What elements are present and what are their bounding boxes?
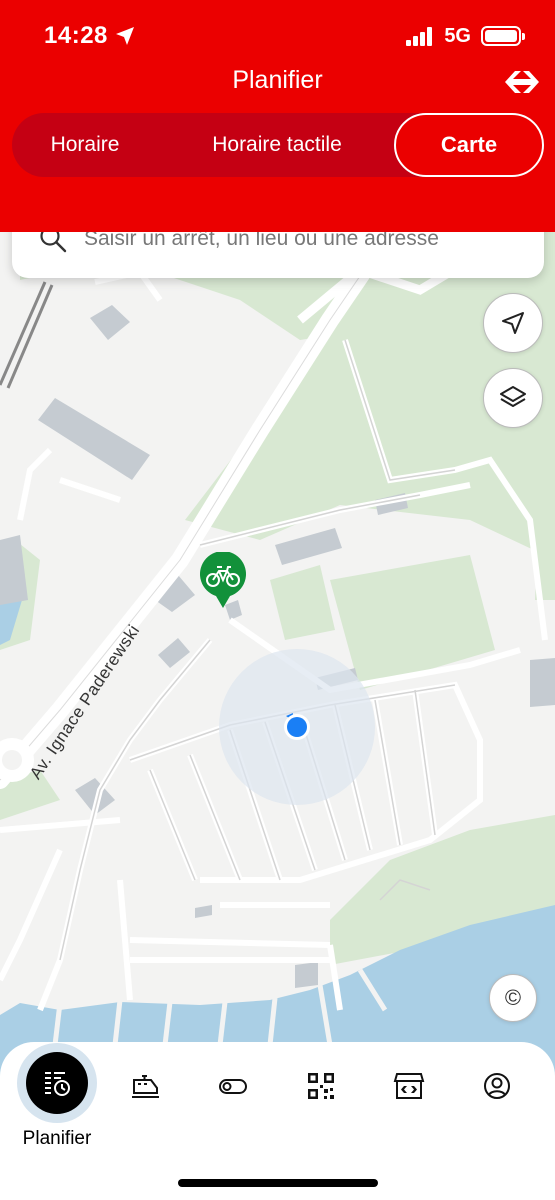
signal-icon <box>406 26 434 46</box>
tab-carte[interactable]: Carte <box>394 113 544 177</box>
location-arrow-icon <box>502 312 524 334</box>
tab-planner-label: Planifier <box>22 1128 92 1149</box>
status-time: 14:28 <box>44 22 108 49</box>
tab-shop[interactable] <box>391 1068 427 1104</box>
battery-icon <box>481 26 525 46</box>
shop-icon <box>393 1073 425 1099</box>
home-indicator <box>178 1179 378 1187</box>
tab-ticket-qr[interactable] <box>303 1068 339 1104</box>
tab-planner[interactable] <box>17 1043 97 1123</box>
location-arrow-icon <box>116 27 134 45</box>
tab-horaire[interactable]: Horaire <box>12 113 158 177</box>
status-bar: 14:28 5G <box>0 0 555 70</box>
view-mode-switch: Horaire Horaire tactile Carte <box>12 113 544 177</box>
network-type: 5G <box>444 24 471 47</box>
map-attribution-button[interactable]: © <box>489 974 537 1022</box>
tab-train[interactable] <box>127 1068 163 1104</box>
sbb-logo-icon <box>505 71 539 93</box>
tab-profile[interactable] <box>479 1068 515 1104</box>
current-location-dot <box>282 712 312 742</box>
layers-icon <box>500 386 526 407</box>
toggle-icon <box>219 1079 247 1094</box>
map-layers-button[interactable] <box>483 368 543 428</box>
copyright-icon: © <box>504 985 522 1010</box>
profile-icon <box>484 1073 510 1099</box>
qr-code-icon <box>308 1073 334 1099</box>
train-icon <box>132 1075 159 1098</box>
app-header: 14:28 5G Planifier Horaire Horaire tacti… <box>0 0 555 232</box>
page-title: Planifier <box>232 66 323 94</box>
bike-station-marker[interactable] <box>199 552 247 610</box>
locate-me-button[interactable] <box>483 293 543 353</box>
tab-toggle[interactable] <box>215 1068 251 1104</box>
planner-icon <box>45 1072 70 1096</box>
tab-horaire-tactile[interactable]: Horaire tactile <box>187 113 367 177</box>
